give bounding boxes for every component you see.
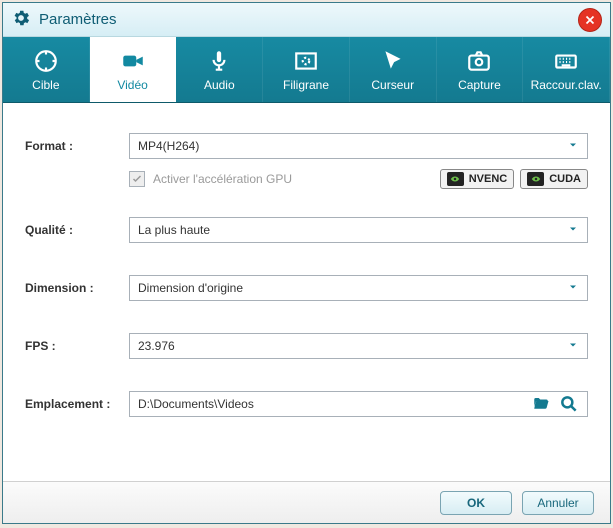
close-button[interactable]	[578, 8, 602, 32]
nvidia-eye-icon	[527, 172, 544, 186]
window-title: Paramètres	[39, 11, 117, 28]
content-panel: Format : MP4(H264) Activer l'accélératio…	[3, 103, 610, 481]
tab-curseur[interactable]: Curseur	[350, 37, 437, 102]
tab-label: Raccour.clav.	[531, 78, 602, 92]
select-format[interactable]: MP4(H264)	[129, 133, 588, 159]
badge-label: CUDA	[549, 173, 581, 185]
label-qualite: Qualité :	[25, 223, 129, 237]
row-dimension: Dimension : Dimension d'origine	[25, 275, 588, 301]
tab-filigrane[interactable]: Filigrane	[263, 37, 350, 102]
tabs: Cible Vidéo Audio Filigrane Curseur Capt…	[3, 37, 610, 103]
browse-button[interactable]	[555, 394, 583, 414]
settings-window: Paramètres Cible Vidéo Audio Filigrane C…	[2, 2, 611, 524]
badge-label: NVENC	[469, 173, 508, 185]
tab-raccourcis[interactable]: Raccour.clav.	[523, 37, 610, 102]
tab-capture[interactable]: Capture	[437, 37, 524, 102]
path-text: D:\Documents\Videos	[138, 397, 527, 411]
row-gpu: Activer l'accélération GPU NVENC CUDA	[129, 169, 588, 189]
tab-cible[interactable]: Cible	[3, 37, 90, 102]
tab-audio[interactable]: Audio	[176, 37, 263, 102]
open-folder-button[interactable]	[527, 395, 555, 413]
path-input[interactable]: D:\Documents\Videos	[129, 391, 588, 417]
tab-label: Cible	[32, 78, 59, 92]
chevron-down-icon	[567, 139, 579, 154]
row-fps: FPS : 23.976	[25, 333, 588, 359]
gpu-checkbox[interactable]	[129, 171, 145, 187]
tab-label: Curseur	[371, 78, 414, 92]
titlebar: Paramètres	[3, 3, 610, 37]
chevron-down-icon	[567, 339, 579, 354]
tab-label: Vidéo	[117, 78, 147, 92]
gpu-checkbox-label: Activer l'accélération GPU	[153, 172, 292, 186]
nvidia-eye-icon	[447, 172, 464, 186]
select-value: Dimension d'origine	[138, 281, 243, 295]
chevron-down-icon	[567, 223, 579, 238]
ok-button[interactable]: OK	[440, 491, 512, 515]
select-value: MP4(H264)	[138, 139, 199, 153]
select-fps[interactable]: 23.976	[129, 333, 588, 359]
tab-video[interactable]: Vidéo	[90, 37, 177, 102]
label-dimension: Dimension :	[25, 281, 129, 295]
badge-cuda: CUDA	[520, 169, 588, 189]
select-dimension[interactable]: Dimension d'origine	[129, 275, 588, 301]
badge-nvenc: NVENC	[440, 169, 515, 189]
button-label: OK	[467, 496, 485, 510]
cancel-button[interactable]: Annuler	[522, 491, 594, 515]
row-qualite: Qualité : La plus haute	[25, 217, 588, 243]
row-emplacement: Emplacement : D:\Documents\Videos	[25, 391, 588, 417]
button-label: Annuler	[537, 496, 578, 510]
row-format: Format : MP4(H264)	[25, 133, 588, 159]
tab-label: Capture	[458, 78, 501, 92]
label-format: Format :	[25, 139, 129, 153]
chevron-down-icon	[567, 281, 579, 296]
select-value: 23.976	[138, 339, 175, 353]
label-fps: FPS :	[25, 339, 129, 353]
select-value: La plus haute	[138, 223, 210, 237]
gpu-badges: NVENC CUDA	[440, 169, 588, 189]
label-emplacement: Emplacement :	[25, 397, 129, 411]
tab-label: Filigrane	[283, 78, 329, 92]
tab-label: Audio	[204, 78, 235, 92]
gear-icon	[11, 8, 31, 31]
footer: OK Annuler	[3, 481, 610, 523]
select-qualite[interactable]: La plus haute	[129, 217, 588, 243]
